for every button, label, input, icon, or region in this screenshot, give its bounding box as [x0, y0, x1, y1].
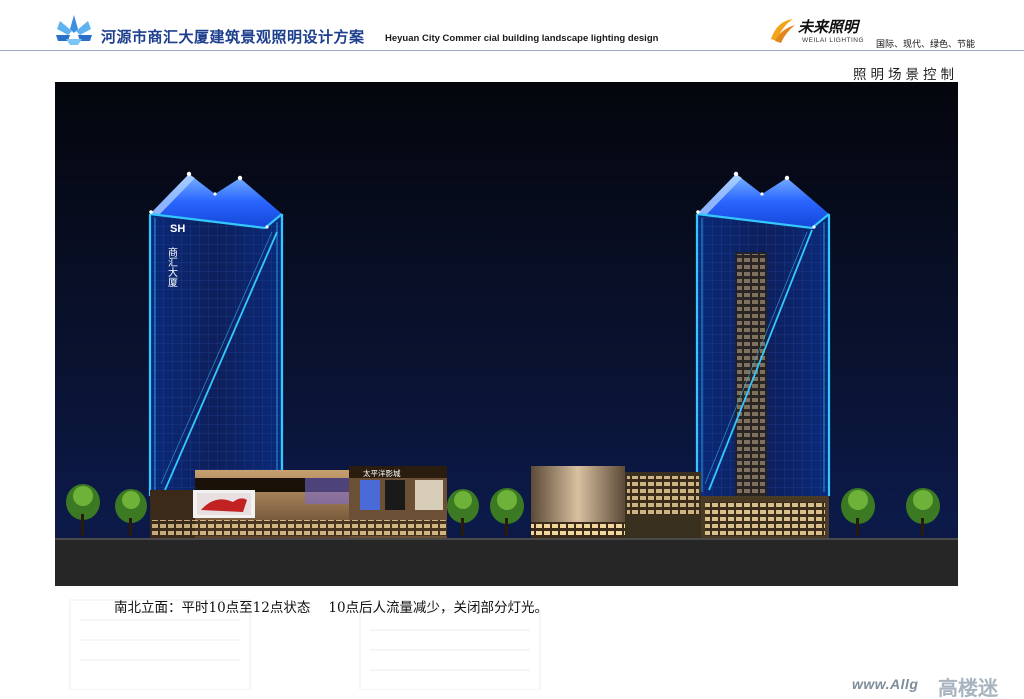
scene-caption: 南北立面：平时10点至12点状态 10点后人流量减少，关闭部分灯光。 [114, 596, 548, 616]
tower-sign-sh: SH [170, 223, 185, 235]
project-title-cn: 河源市商汇大厦建筑景观照明设计方案 [101, 28, 365, 46]
project-title-en: Heyuan City Commer cial building landsca… [385, 33, 659, 44]
left-tower [148, 171, 284, 496]
cinema-sign: 太平洋影城 [363, 468, 401, 478]
watermark: www.Allg 高楼迷 [852, 672, 1022, 699]
ground [55, 538, 958, 586]
brand-name-cn: 未来照明 [798, 18, 859, 36]
night-lighting-rendering: SH 商汇大厦 太平洋影城 [55, 82, 958, 586]
right-tower [695, 171, 831, 502]
watermark-text-en: www.Allg [852, 676, 919, 692]
tower-sign-cn: 商汇大厦 [166, 246, 178, 287]
watermark-text-cn: 高楼迷 [938, 676, 998, 699]
crystal-flower-logo-icon [56, 15, 92, 45]
caption-scene-state: 南北立面：平时10点至12点状态 [114, 600, 311, 616]
rendering-canvas: SH 商汇大厦 太平洋影城 [55, 82, 958, 586]
section-title: 照明场景控制 [853, 67, 958, 83]
page-header: 河源市商汇大厦建筑景观照明设计方案 Heyuan City Commer cia… [0, 0, 1024, 52]
brand-slogan: 国际、现代、绿色、节能 [876, 40, 976, 50]
caption-scene-note: 10点后人流量减少，关闭部分灯光。 [328, 600, 549, 616]
header-divider [0, 50, 1024, 51]
brand-name-en: WEILAI LIGHTING [802, 37, 865, 44]
brand-swoosh-logo-icon [771, 19, 795, 43]
